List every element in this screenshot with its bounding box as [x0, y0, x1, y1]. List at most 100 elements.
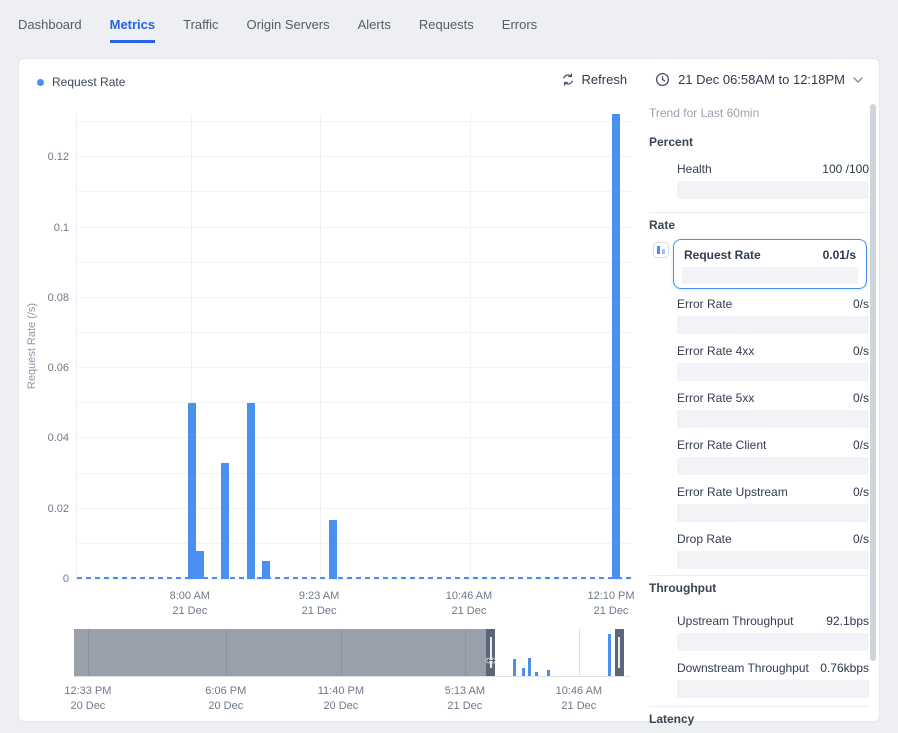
metric-value: 0/s: [853, 438, 869, 452]
brush-bar: [535, 672, 538, 676]
sparkline-placeholder: [677, 680, 869, 698]
brush-axis-ticks: 12:33 PM20 Dec6:06 PM20 Dec11:40 PM20 De…: [74, 684, 630, 718]
brush-gridline-vertical: [88, 629, 89, 676]
metric-label: Downstream Throughput: [677, 661, 809, 675]
brush-gridline-vertical: [465, 629, 466, 676]
nav-item-origin-servers[interactable]: Origin Servers: [247, 17, 330, 43]
sidebar-scrollbar[interactable]: [870, 104, 876, 661]
brush-bar: [608, 634, 611, 676]
brush-handle-right[interactable]: [615, 629, 624, 676]
section-divider: [649, 706, 869, 707]
metric-value: 100 /100: [822, 162, 869, 176]
metric-label: Error Rate 4xx: [677, 344, 754, 358]
chart-bar: [188, 403, 196, 579]
gridline-horizontal: [77, 191, 632, 192]
metric-row-health[interactable]: Health 100 /100: [677, 162, 869, 199]
metric-row-error-rate-client[interactable]: Error Rate Client 0/s: [677, 438, 869, 475]
chart-bar: [196, 551, 204, 579]
y-tick-label: 0.1: [54, 222, 69, 234]
metric-label: Request Rate: [684, 248, 761, 262]
nav-item-traffic[interactable]: Traffic: [183, 17, 218, 43]
metric-label: Error Rate Upstream: [677, 485, 788, 499]
metric-row-error-rate[interactable]: Error Rate 0/s: [677, 297, 869, 334]
chart-bar: [262, 561, 270, 579]
sparkline-placeholder: [677, 316, 869, 334]
sparkline-placeholder: [677, 633, 869, 651]
brush-handle-grip: [618, 637, 620, 668]
brush-tick-label: 12:33 PM20 Dec: [64, 684, 111, 714]
refresh-icon: [561, 72, 575, 87]
metric-value: 0/s: [853, 532, 869, 546]
gridline-horizontal: [77, 262, 632, 263]
metric-label: Upstream Throughput: [677, 614, 794, 628]
metric-value: 92.1bps: [826, 614, 869, 628]
metric-value: 0/s: [853, 391, 869, 405]
metric-row-downstream-throughput[interactable]: Downstream Throughput 0.76kbps: [677, 661, 869, 698]
sparkline-placeholder: [677, 504, 869, 522]
brush-tick-label: 10:46 AM21 Dec: [556, 684, 602, 714]
nav-item-errors[interactable]: Errors: [502, 17, 537, 43]
sparkline-placeholder: [677, 181, 869, 199]
metric-label: Drop Rate: [677, 532, 732, 546]
gridline-vertical: [320, 114, 321, 579]
y-tick-label: 0.04: [48, 432, 69, 444]
nav-item-dashboard[interactable]: Dashboard: [18, 17, 82, 43]
metric-row-upstream-throughput[interactable]: Upstream Throughput 92.1bps: [677, 614, 869, 651]
metric-label: Error Rate 5xx: [677, 391, 754, 405]
refresh-label: Refresh: [582, 72, 628, 87]
nav-item-metrics[interactable]: Metrics: [110, 17, 156, 43]
metric-value: 0.01/s: [823, 248, 856, 262]
metric-row-drop-rate[interactable]: Drop Rate 0/s: [677, 532, 869, 569]
main-plot: [76, 114, 632, 580]
metric-row-error-rate-upstream[interactable]: Error Rate Upstream 0/s: [677, 485, 869, 522]
x-axis-ticks: 8:00 AM21 Dec9:23 AM21 Dec10:46 AM21 Dec…: [76, 589, 631, 623]
metric-label: Error Rate Client: [677, 438, 766, 452]
gridline-horizontal: [77, 332, 632, 333]
section-title-rate: Rate: [649, 218, 675, 232]
gridline-horizontal: [77, 402, 632, 403]
sparkline-placeholder: [682, 267, 858, 284]
y-tick-label: 0.08: [48, 292, 69, 304]
range-brush: ↔: [74, 629, 630, 677]
gridline-vertical: [470, 114, 471, 579]
chart-bar: [329, 520, 337, 579]
brush-unselected-overlay[interactable]: [74, 629, 491, 676]
metric-value: 0.76kbps: [820, 661, 869, 675]
section-title-percent: Percent: [649, 135, 693, 149]
trend-sidebar: Trend for Last 60min Percent Health 100 …: [649, 104, 869, 722]
chart-bar: [247, 403, 255, 579]
nav-item-requests[interactable]: Requests: [419, 17, 474, 43]
nav-item-alerts[interactable]: Alerts: [358, 17, 391, 43]
brush-gridline-vertical: [579, 629, 580, 676]
sparkline-placeholder: [677, 363, 869, 381]
metric-label: Error Rate: [677, 297, 732, 311]
gridline-horizontal: [77, 473, 632, 474]
panel-header-actions: Refresh 21 Dec 06:58AM to 12:18PM: [561, 72, 863, 87]
chart-bar: [612, 114, 620, 579]
x-tick-label: 12:10 PM21 Dec: [587, 589, 634, 619]
chart-legend[interactable]: Request Rate: [37, 75, 125, 89]
y-axis-ticks: 00.020.040.060.080.10.12: [19, 114, 69, 579]
legend-label: Request Rate: [52, 75, 125, 89]
gridline-horizontal: [77, 508, 632, 509]
metric-row-request-rate-selected[interactable]: Request Rate 0.01/s: [673, 239, 867, 289]
y-tick-label: 0.06: [48, 362, 69, 374]
trend-title: Trend for Last 60min: [649, 106, 759, 120]
gridline-horizontal: [77, 437, 632, 438]
brush-gridline-vertical: [341, 629, 342, 676]
section-title-throughput: Throughput: [649, 581, 716, 595]
gridline-horizontal: [77, 367, 632, 368]
metric-row-error-rate-5xx[interactable]: Error Rate 5xx 0/s: [677, 391, 869, 428]
date-range-picker[interactable]: 21 Dec 06:58AM to 12:18PM: [655, 72, 863, 87]
y-tick-label: 0.12: [48, 151, 69, 163]
metric-value: 0/s: [853, 485, 869, 499]
brush-tick-label: 5:13 AM21 Dec: [445, 684, 485, 714]
sparkline-placeholder: [677, 457, 869, 475]
brush-bar: [528, 658, 531, 676]
section-divider: [649, 575, 869, 576]
brush-gridline-vertical: [226, 629, 227, 676]
metric-value: 0/s: [853, 344, 869, 358]
gridline-horizontal: [77, 121, 632, 122]
refresh-button[interactable]: Refresh: [561, 72, 628, 87]
metric-row-error-rate-4xx[interactable]: Error Rate 4xx 0/s: [677, 344, 869, 381]
